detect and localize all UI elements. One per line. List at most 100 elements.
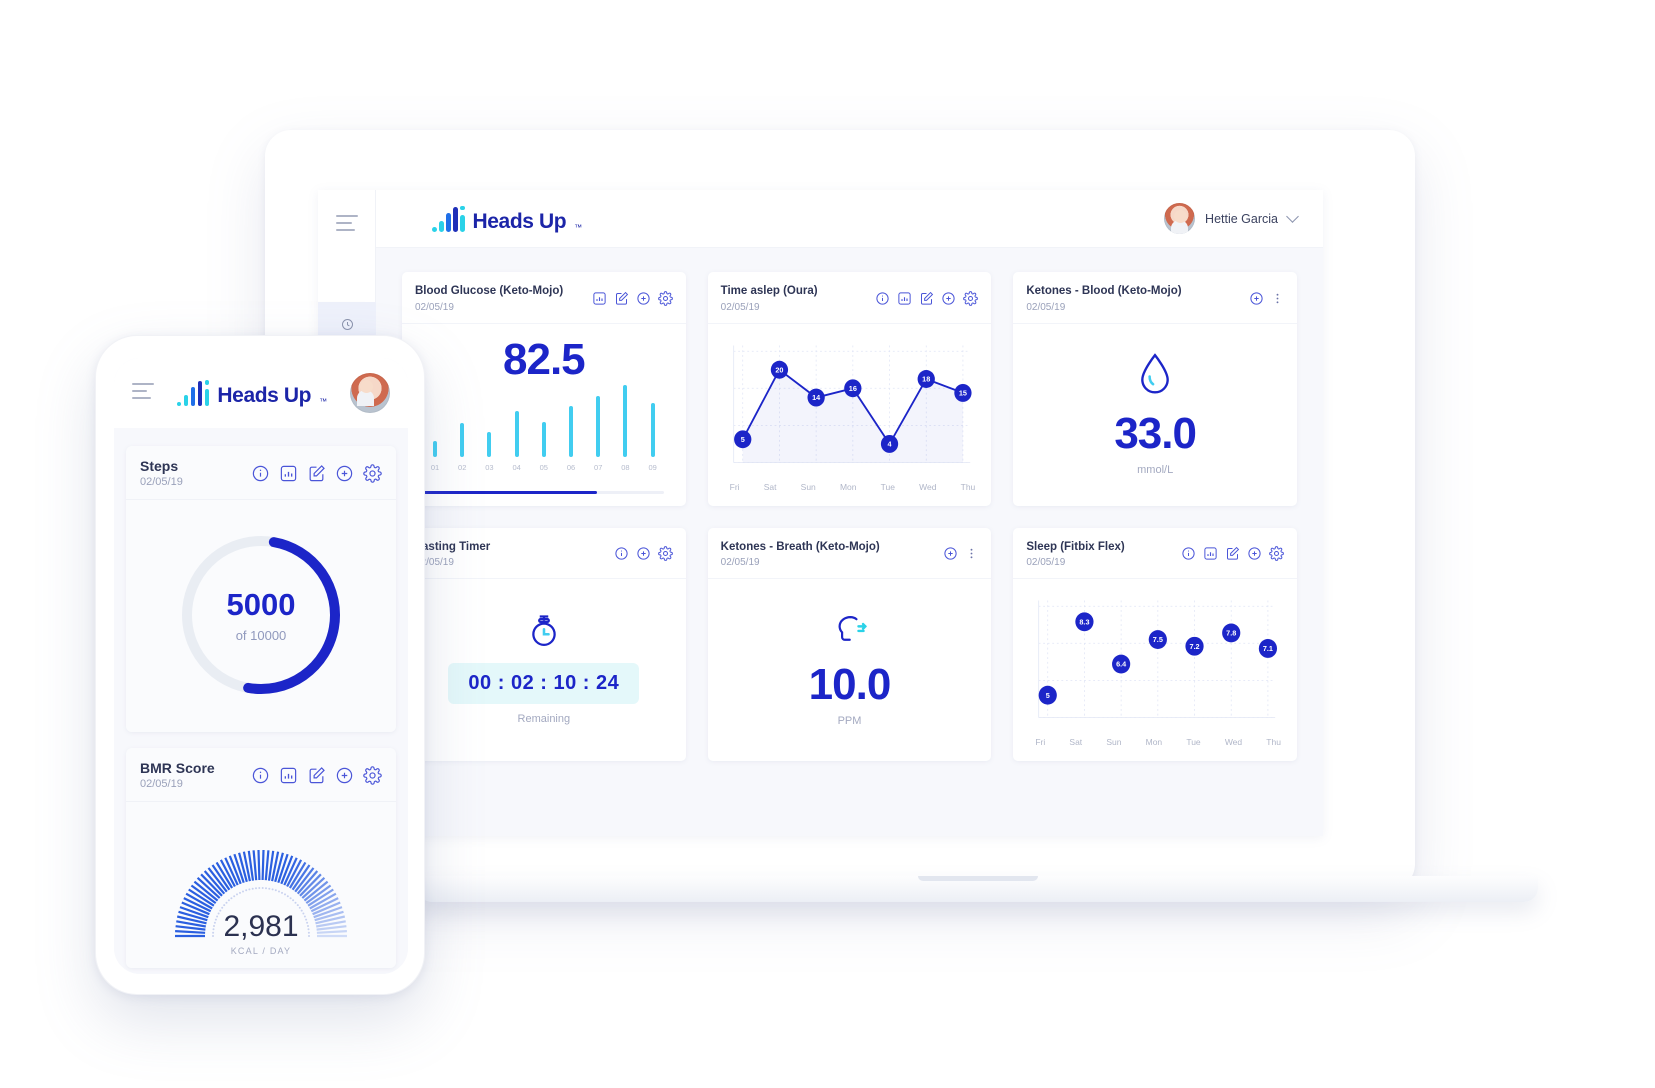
chart-icon[interactable] bbox=[279, 464, 298, 483]
gear-icon[interactable] bbox=[363, 463, 382, 483]
card-time-asleep[interactable]: Time aslep (Oura) 02/05/19 5 20 14 16 4 18 1 bbox=[707, 272, 992, 506]
scatter-chart: 5 8.3 6.4 7.5 7.2 7.8 7.1 bbox=[1035, 593, 1281, 725]
edit-icon[interactable] bbox=[1225, 546, 1240, 561]
plus-icon[interactable] bbox=[636, 546, 651, 561]
brand-tm: ™ bbox=[319, 397, 328, 406]
card-ketones-breath[interactable]: Ketones - Breath (Keto-Mojo) 02/05/19 10… bbox=[707, 527, 992, 762]
card-actions bbox=[614, 546, 673, 562]
bmr-dial: 2,981 KCAL / DAY bbox=[175, 849, 347, 956]
brand-logo[interactable]: Heads Up ™ bbox=[432, 205, 583, 232]
card-blood-glucose[interactable]: Blood Glucose (Keto-Mojo) 02/05/19 82.5 … bbox=[402, 272, 686, 506]
phone-screen: Heads Up ™ Steps 02/05/19 5000 of 10000 … bbox=[114, 358, 408, 974]
info-icon[interactable] bbox=[251, 464, 270, 483]
gear-icon[interactable] bbox=[1269, 546, 1284, 562]
gear-icon[interactable] bbox=[657, 290, 673, 306]
timer-value: 00 : 02 : 10 : 24 bbox=[468, 672, 620, 695]
bar-column: 05 bbox=[535, 421, 553, 472]
progress-track bbox=[424, 490, 664, 494]
plus-icon[interactable] bbox=[1249, 291, 1264, 306]
card-date: 02/05/19 bbox=[1026, 557, 1066, 569]
edit-icon[interactable] bbox=[614, 291, 629, 306]
card-title: Sleep (Fitbix Flex) bbox=[1026, 540, 1125, 553]
x-tick: Fri bbox=[729, 481, 740, 492]
plus-icon[interactable] bbox=[941, 291, 956, 306]
plus-icon[interactable] bbox=[943, 546, 958, 561]
user-menu[interactable]: Hettie Garcia bbox=[1164, 203, 1299, 234]
bmr-value: 2,981 bbox=[223, 910, 298, 943]
svg-text:15: 15 bbox=[959, 388, 967, 397]
svg-text:7.2: 7.2 bbox=[1190, 642, 1200, 651]
bar-label: 02 bbox=[458, 462, 467, 472]
card-date: 02/05/19 bbox=[415, 301, 454, 313]
card-ketones-blood[interactable]: Ketones - Blood (Keto-Mojo) 02/05/19 33.… bbox=[1013, 272, 1297, 506]
hamburger-icon[interactable] bbox=[132, 382, 154, 404]
x-tick: Sat bbox=[1069, 737, 1083, 748]
gear-icon[interactable] bbox=[963, 290, 979, 306]
plus-icon[interactable] bbox=[335, 766, 354, 785]
gear-icon[interactable] bbox=[657, 546, 673, 562]
brand-name: Heads Up bbox=[217, 384, 312, 407]
info-icon[interactable] bbox=[614, 546, 629, 561]
phone-card-steps[interactable]: Steps 02/05/19 5000 of 10000 bbox=[126, 446, 396, 732]
phone-card-bmr[interactable]: BMR Score 02/05/19 2,981 KCAL / DAY bbox=[126, 748, 396, 968]
svg-text:20: 20 bbox=[775, 365, 783, 374]
plus-icon[interactable] bbox=[335, 464, 354, 483]
card-header: Blood Glucose (Keto-Mojo) 02/05/19 bbox=[402, 272, 686, 324]
laptop-base bbox=[418, 876, 1538, 902]
edit-icon[interactable] bbox=[307, 464, 326, 483]
progress-fill bbox=[424, 490, 597, 494]
x-tick: Tue bbox=[1186, 737, 1201, 748]
bar bbox=[650, 402, 655, 457]
info-icon[interactable] bbox=[1181, 546, 1196, 561]
hamburger-icon[interactable] bbox=[336, 215, 358, 236]
info-icon[interactable] bbox=[251, 766, 270, 785]
bar bbox=[541, 421, 546, 457]
edit-icon[interactable] bbox=[307, 766, 326, 785]
chart-icon[interactable] bbox=[1203, 546, 1218, 561]
card-date: 02/05/19 bbox=[415, 557, 454, 569]
svg-text:6.4: 6.4 bbox=[1116, 660, 1127, 669]
x-tick: Thu bbox=[960, 481, 976, 492]
card-body: 5 8.3 6.4 7.5 7.2 7.8 7.1 Fri Sat Sun Mon Tue Wed Th… bbox=[1013, 579, 1297, 761]
card-actions bbox=[592, 290, 673, 306]
chevron-down-icon[interactable] bbox=[1286, 210, 1299, 223]
gear-icon[interactable] bbox=[363, 765, 382, 785]
metric-value: 10.0 bbox=[808, 660, 892, 710]
bar bbox=[514, 411, 519, 457]
card-date: 02/05/19 bbox=[1026, 301, 1066, 313]
plus-icon[interactable] bbox=[1247, 546, 1262, 561]
avatar[interactable] bbox=[349, 373, 390, 413]
timer-label: Remaining bbox=[517, 713, 571, 726]
card-fasting-timer[interactable]: Fasting Timer 02/05/19 00: 02: 10: 24… bbox=[402, 527, 686, 762]
bar-column: 09 bbox=[644, 402, 662, 472]
card-title: Steps bbox=[140, 458, 179, 474]
edit-icon[interactable] bbox=[919, 291, 934, 306]
chart-icon[interactable] bbox=[279, 766, 298, 785]
info-icon[interactable] bbox=[875, 291, 890, 306]
more-vertical-icon[interactable] bbox=[965, 546, 978, 561]
droplet-icon bbox=[1136, 352, 1174, 396]
chart-icon[interactable] bbox=[897, 291, 912, 306]
bar-label: 05 bbox=[539, 462, 548, 472]
bar-column: 01 bbox=[426, 440, 444, 472]
card-header: Sleep (Fitbix Flex) 02/05/19 bbox=[1013, 528, 1297, 580]
metric-value: 33.0 bbox=[1114, 408, 1197, 458]
card-body: 00 : 02 : 10 : 24 Remaining bbox=[402, 579, 686, 761]
card-title: Fasting Timer bbox=[415, 540, 491, 553]
chart-icon[interactable] bbox=[592, 291, 607, 306]
card-date: 02/05/19 bbox=[720, 301, 760, 313]
plus-icon[interactable] bbox=[636, 291, 651, 306]
brand-tm: ™ bbox=[574, 222, 583, 232]
metric-block: 10.0 PPM bbox=[721, 593, 979, 745]
brand-logo[interactable]: Heads Up ™ bbox=[176, 380, 328, 407]
more-vertical-icon[interactable] bbox=[1271, 291, 1284, 306]
desktop-topbar: Heads Up ™ Hettie Garcia bbox=[376, 190, 1323, 248]
card-sleep-fitbix[interactable]: Sleep (Fitbix Flex) 02/05/19 5 8.3 6.4 7. bbox=[1013, 527, 1297, 762]
card-body: 5 20 14 16 4 18 15 Fri Sat Sun Mon Tue Wed Thu bbox=[708, 324, 992, 506]
steps-gauge: 5000 of 10000 bbox=[126, 500, 396, 732]
card-actions bbox=[1249, 291, 1284, 306]
card-header: BMR Score 02/05/19 bbox=[126, 748, 396, 802]
timer-block: 00 : 02 : 10 : 24 Remaining bbox=[415, 593, 673, 745]
bar bbox=[569, 406, 574, 457]
card-date: 02/05/19 bbox=[720, 557, 760, 569]
